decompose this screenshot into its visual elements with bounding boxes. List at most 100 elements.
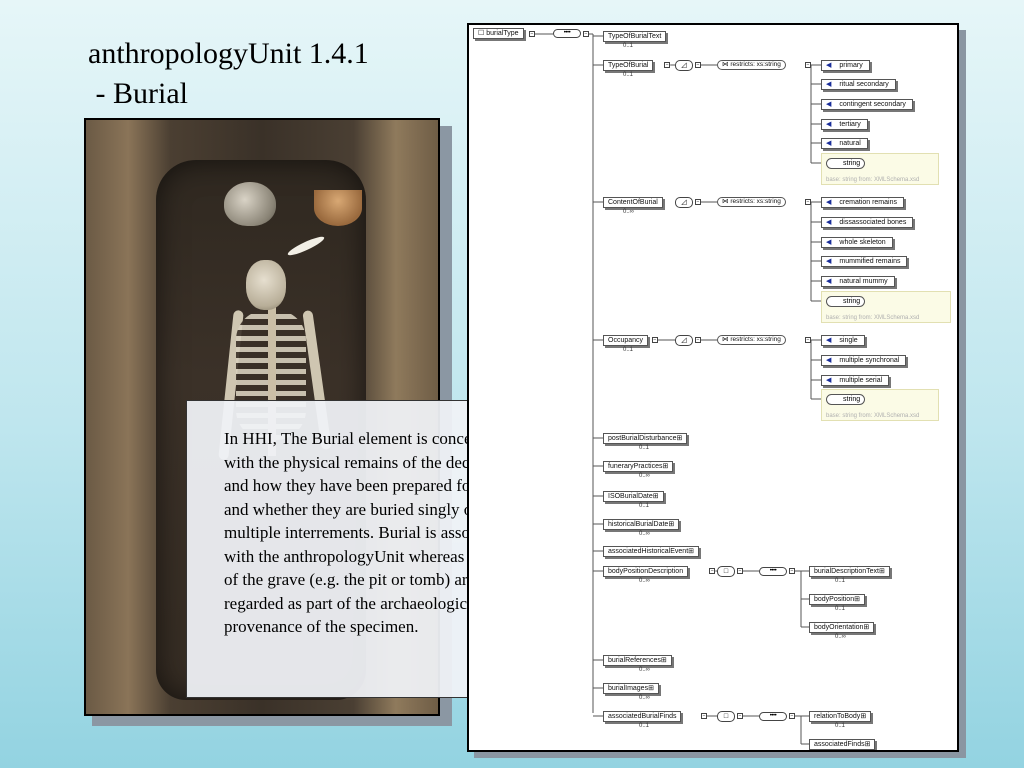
enum-ritual-secondary[interactable]: ◀ ritual secondary xyxy=(821,79,896,90)
collapse-minus-icon[interactable]: − xyxy=(737,568,743,574)
expand-plus-icon[interactable]: ⊞ xyxy=(653,492,659,501)
element-relation-to-body[interactable]: relationToBody ⊞ xyxy=(809,711,872,722)
expand-plus-icon[interactable]: ⊞ xyxy=(668,520,674,529)
collapse-minus-icon[interactable]: − xyxy=(695,62,701,68)
element-occupancy[interactable]: Occupancy xyxy=(603,335,649,346)
element-content-of-burial-base-type: string base: string from: XMLSchema.xsd xyxy=(821,291,951,323)
collapse-minus-icon[interactable]: − xyxy=(529,31,535,37)
base-string-type[interactable]: string xyxy=(826,394,866,405)
collapse-minus-icon[interactable]: − xyxy=(664,62,671,68)
element-burial-images[interactable]: burialImages ⊞ xyxy=(603,683,659,694)
element-type-of-burial[interactable]: TypeOfBurial xyxy=(603,60,654,71)
enumeration-triangle-icon: ◀ xyxy=(826,121,832,128)
expand-plus-icon[interactable]: ⊞ xyxy=(860,712,866,721)
collapse-minus-icon[interactable]: − xyxy=(583,31,589,37)
enum-contingent-secondary[interactable]: ◀ contingent secondary xyxy=(821,99,913,110)
element-associated-burial-finds[interactable]: associatedBurialFinds xyxy=(603,711,682,722)
enum-dissassociated-bones-label: dissassociated bones xyxy=(839,219,907,226)
enum-natural-mummy[interactable]: ◀ natural mummy xyxy=(821,276,895,287)
element-content-of-burial-label: ContentOfBurial xyxy=(608,199,658,206)
element-isoburial-date[interactable]: ISOBurialDate ⊞ xyxy=(603,491,664,502)
enum-tertiary[interactable]: ◀ tertiary xyxy=(821,119,868,130)
collapse-minus-icon[interactable]: − xyxy=(805,199,811,205)
element-body-position-description[interactable]: bodyPositionDescription xyxy=(603,566,689,577)
enum-primary[interactable]: ◀ primary xyxy=(821,60,870,71)
schema-diagram: ☐ burialType − •••• − TypeOfBurialText 0..1 Ty… xyxy=(467,23,959,752)
collapse-minus-icon[interactable]: − xyxy=(805,337,811,343)
element-type-of-burial-label: TypeOfBurial xyxy=(608,62,649,69)
element-associated-finds[interactable]: associatedFinds ⊞ xyxy=(809,739,876,750)
expand-plus-icon[interactable]: ⊞ xyxy=(662,462,668,471)
element-burial-description-text[interactable]: burialDescriptionText ⊞ xyxy=(809,566,890,577)
slide-title-line-1: anthropologyUnit 1.4.1 xyxy=(88,37,369,70)
element-associated-historical-event-label: associatedHistoricalEvent xyxy=(608,548,689,555)
collapse-minus-icon[interactable]: − xyxy=(805,62,811,68)
base-string-label: string xyxy=(843,160,861,167)
base-string-type[interactable]: string xyxy=(826,296,866,307)
enumeration-triangle-icon: ◀ xyxy=(826,377,832,384)
element-occupancy-restriction[interactable]: ⋈ restricts: xs:string xyxy=(717,335,786,345)
enum-single-label: single xyxy=(839,337,858,344)
enum-natural[interactable]: ◀ natural xyxy=(821,138,868,149)
base-string-type[interactable]: string xyxy=(826,158,866,169)
element-burial-references[interactable]: burialReferences ⊞ xyxy=(603,655,672,666)
element-funerary-practices[interactable]: funeraryPractices ⊞ xyxy=(603,461,674,472)
collapse-minus-icon[interactable]: − xyxy=(695,199,701,205)
collapse-minus-icon[interactable]: − xyxy=(789,568,795,574)
element-associated-historical-event[interactable]: associatedHistoricalEvent ⊞ xyxy=(603,546,700,557)
enum-multiple-synchronal[interactable]: ◀ multiple synchronal xyxy=(821,355,907,366)
enumeration-triangle-icon: ◀ xyxy=(826,199,832,206)
collapse-minus-icon[interactable]: − xyxy=(737,713,743,719)
element-post-burial-disturbance[interactable]: postBurialDisturbance ⊞ xyxy=(603,433,688,444)
element-type-of-burial-text[interactable]: TypeOfBurialText xyxy=(603,31,667,42)
enum-cremation-remains[interactable]: ◀ cremation remains xyxy=(821,197,904,208)
skeleton-skull xyxy=(246,260,286,310)
root-burial-type[interactable]: ☐ burialType xyxy=(473,28,524,39)
enum-dissassociated-bones[interactable]: ◀ dissassociated bones xyxy=(821,217,914,228)
element-content-of-burial-restriction[interactable]: ⋈ restricts: xs:string xyxy=(717,197,786,207)
expand-plus-icon[interactable]: ⊞ xyxy=(676,434,682,443)
expand-plus-icon[interactable]: ⊞ xyxy=(865,740,871,749)
collapse-minus-icon[interactable]: − xyxy=(701,713,708,719)
enum-natural-label: natural xyxy=(839,140,861,147)
sequence-compositor[interactable]: •••• xyxy=(553,29,581,38)
simple-type-icon[interactable]: ◿ xyxy=(675,197,693,208)
element-associated-burial-finds-occurrence: 0..1 xyxy=(639,723,650,729)
element-burial-description-text-occurrence: 0..1 xyxy=(835,578,846,584)
collapse-minus-icon[interactable]: − xyxy=(695,337,701,343)
expand-plus-icon[interactable]: ⊞ xyxy=(863,623,869,632)
simple-type-icon[interactable]: ◿ xyxy=(675,60,693,71)
collapse-minus-icon[interactable]: − xyxy=(651,337,658,343)
expand-plus-icon[interactable]: ⊞ xyxy=(688,547,694,556)
enum-single[interactable]: ◀ single xyxy=(821,335,865,346)
element-body-position-description-label: bodyPositionDescription xyxy=(608,568,684,575)
enum-natural-mummy-label: natural mummy xyxy=(839,278,888,285)
element-associated-burial-finds-sequence[interactable]: •••• xyxy=(759,712,787,721)
expand-plus-icon[interactable]: ⊞ xyxy=(661,656,667,665)
element-body-position-description-complex-type-icon[interactable]: □ xyxy=(717,566,735,577)
enum-multiple-serial[interactable]: ◀ multiple serial xyxy=(821,375,890,386)
enum-mummified-remains[interactable]: ◀ mummified remains xyxy=(821,256,908,267)
element-body-position[interactable]: bodyPosition ⊞ xyxy=(809,594,865,605)
element-relation-to-body-occurrence: 0..1 xyxy=(835,723,846,729)
element-body-orientation[interactable]: bodyOrientation ⊞ xyxy=(809,622,875,633)
enum-ritual-secondary-label: ritual secondary xyxy=(839,81,889,88)
element-body-position-description-sequence[interactable]: •••• xyxy=(759,567,787,576)
simple-type-icon[interactable]: ◿ xyxy=(675,335,693,346)
element-content-of-burial[interactable]: ContentOfBurial xyxy=(603,197,663,208)
expand-plus-icon[interactable]: ⊞ xyxy=(879,567,885,576)
element-historical-burial-date-occurrence: 0..∞ xyxy=(639,531,650,537)
element-historical-burial-date[interactable]: historicalBurialDate ⊞ xyxy=(603,519,680,530)
enum-whole-skeleton[interactable]: ◀ whole skeleton xyxy=(821,237,893,248)
expand-plus-icon[interactable]: ⊞ xyxy=(648,684,654,693)
enumeration-triangle-icon: ◀ xyxy=(826,278,832,285)
pottery-vessel xyxy=(224,182,276,226)
collapse-minus-icon[interactable]: − xyxy=(789,713,795,719)
element-associated-burial-finds-complex-type-icon[interactable]: □ xyxy=(717,711,735,722)
element-type-of-burial-restriction[interactable]: ⋈ restricts: xs:string xyxy=(717,60,786,70)
collapse-minus-icon[interactable]: − xyxy=(709,568,716,574)
enumeration-triangle-icon: ◀ xyxy=(826,258,832,265)
expand-plus-icon[interactable]: ⊞ xyxy=(854,595,860,604)
element-body-position-label: bodyPosition xyxy=(814,596,855,603)
element-occupancy-occurrence: 0..1 xyxy=(623,347,634,353)
